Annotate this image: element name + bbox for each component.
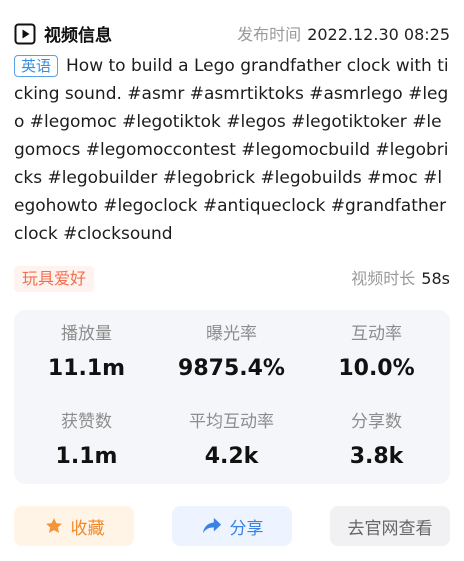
page-title: 视频信息 — [44, 26, 112, 46]
duration-value: 58s — [421, 269, 450, 288]
stat-value: 11.1m — [47, 356, 126, 381]
stat-exposure-rate: 曝光率 9875.4% — [159, 322, 304, 386]
favorite-button-label: 收藏 — [70, 518, 105, 539]
publish-time: 发布时间 2022.12.30 08:25 — [237, 21, 450, 45]
stat-label: 获赞数 — [61, 412, 112, 432]
video-play-icon — [14, 23, 36, 45]
share-button-label: 分享 — [229, 518, 264, 539]
description-text: How to build a Lego grandfather clock wi… — [14, 56, 449, 244]
stat-label: 平均互动率 — [189, 412, 274, 432]
video-duration: 视频时长 58s — [351, 266, 450, 292]
visit-site-button-label: 去官网查看 — [347, 518, 433, 539]
stat-label: 播放量 — [61, 324, 112, 344]
stat-value: 1.1m — [55, 444, 118, 469]
stat-value: 10.0% — [338, 356, 415, 381]
duration-label: 视频时长 — [351, 269, 416, 288]
visit-site-button[interactable]: 去官网查看 — [330, 506, 450, 546]
star-icon — [44, 516, 64, 536]
stat-shares: 分享数 3.8k — [304, 410, 449, 474]
stat-value: 9875.4% — [178, 356, 285, 381]
video-description: 英语 How to build a Lego grandfather clock … — [14, 52, 450, 248]
stat-value: 3.8k — [349, 444, 404, 469]
language-tag: 英语 — [14, 55, 59, 77]
stat-avg-engagement: 平均互动率 4.2k — [159, 410, 304, 474]
stat-likes: 获赞数 1.1m — [14, 410, 159, 474]
favorite-button[interactable]: 收藏 — [14, 506, 134, 546]
share-arrow-icon — [201, 516, 223, 536]
header: 视频信息 发布时间 2022.12.30 08:25 — [14, 21, 450, 47]
publish-time-label: 发布时间 — [237, 25, 302, 44]
stat-label: 曝光率 — [206, 324, 257, 344]
share-button[interactable]: 分享 — [172, 506, 292, 546]
publish-time-value: 2022.12.30 08:25 — [307, 25, 450, 44]
title-group: 视频信息 — [14, 21, 112, 46]
stats-panel: 播放量 11.1m 曝光率 9875.4% 互动率 10.0% 获赞数 1.1m… — [14, 310, 450, 484]
stat-label: 分享数 — [351, 412, 402, 432]
stat-value: 4.2k — [204, 444, 259, 469]
category-badge: 玩具爱好 — [14, 266, 95, 292]
stat-label: 互动率 — [351, 324, 402, 344]
stat-views: 播放量 11.1m — [14, 322, 159, 386]
stat-engagement-rate: 互动率 10.0% — [304, 322, 449, 386]
